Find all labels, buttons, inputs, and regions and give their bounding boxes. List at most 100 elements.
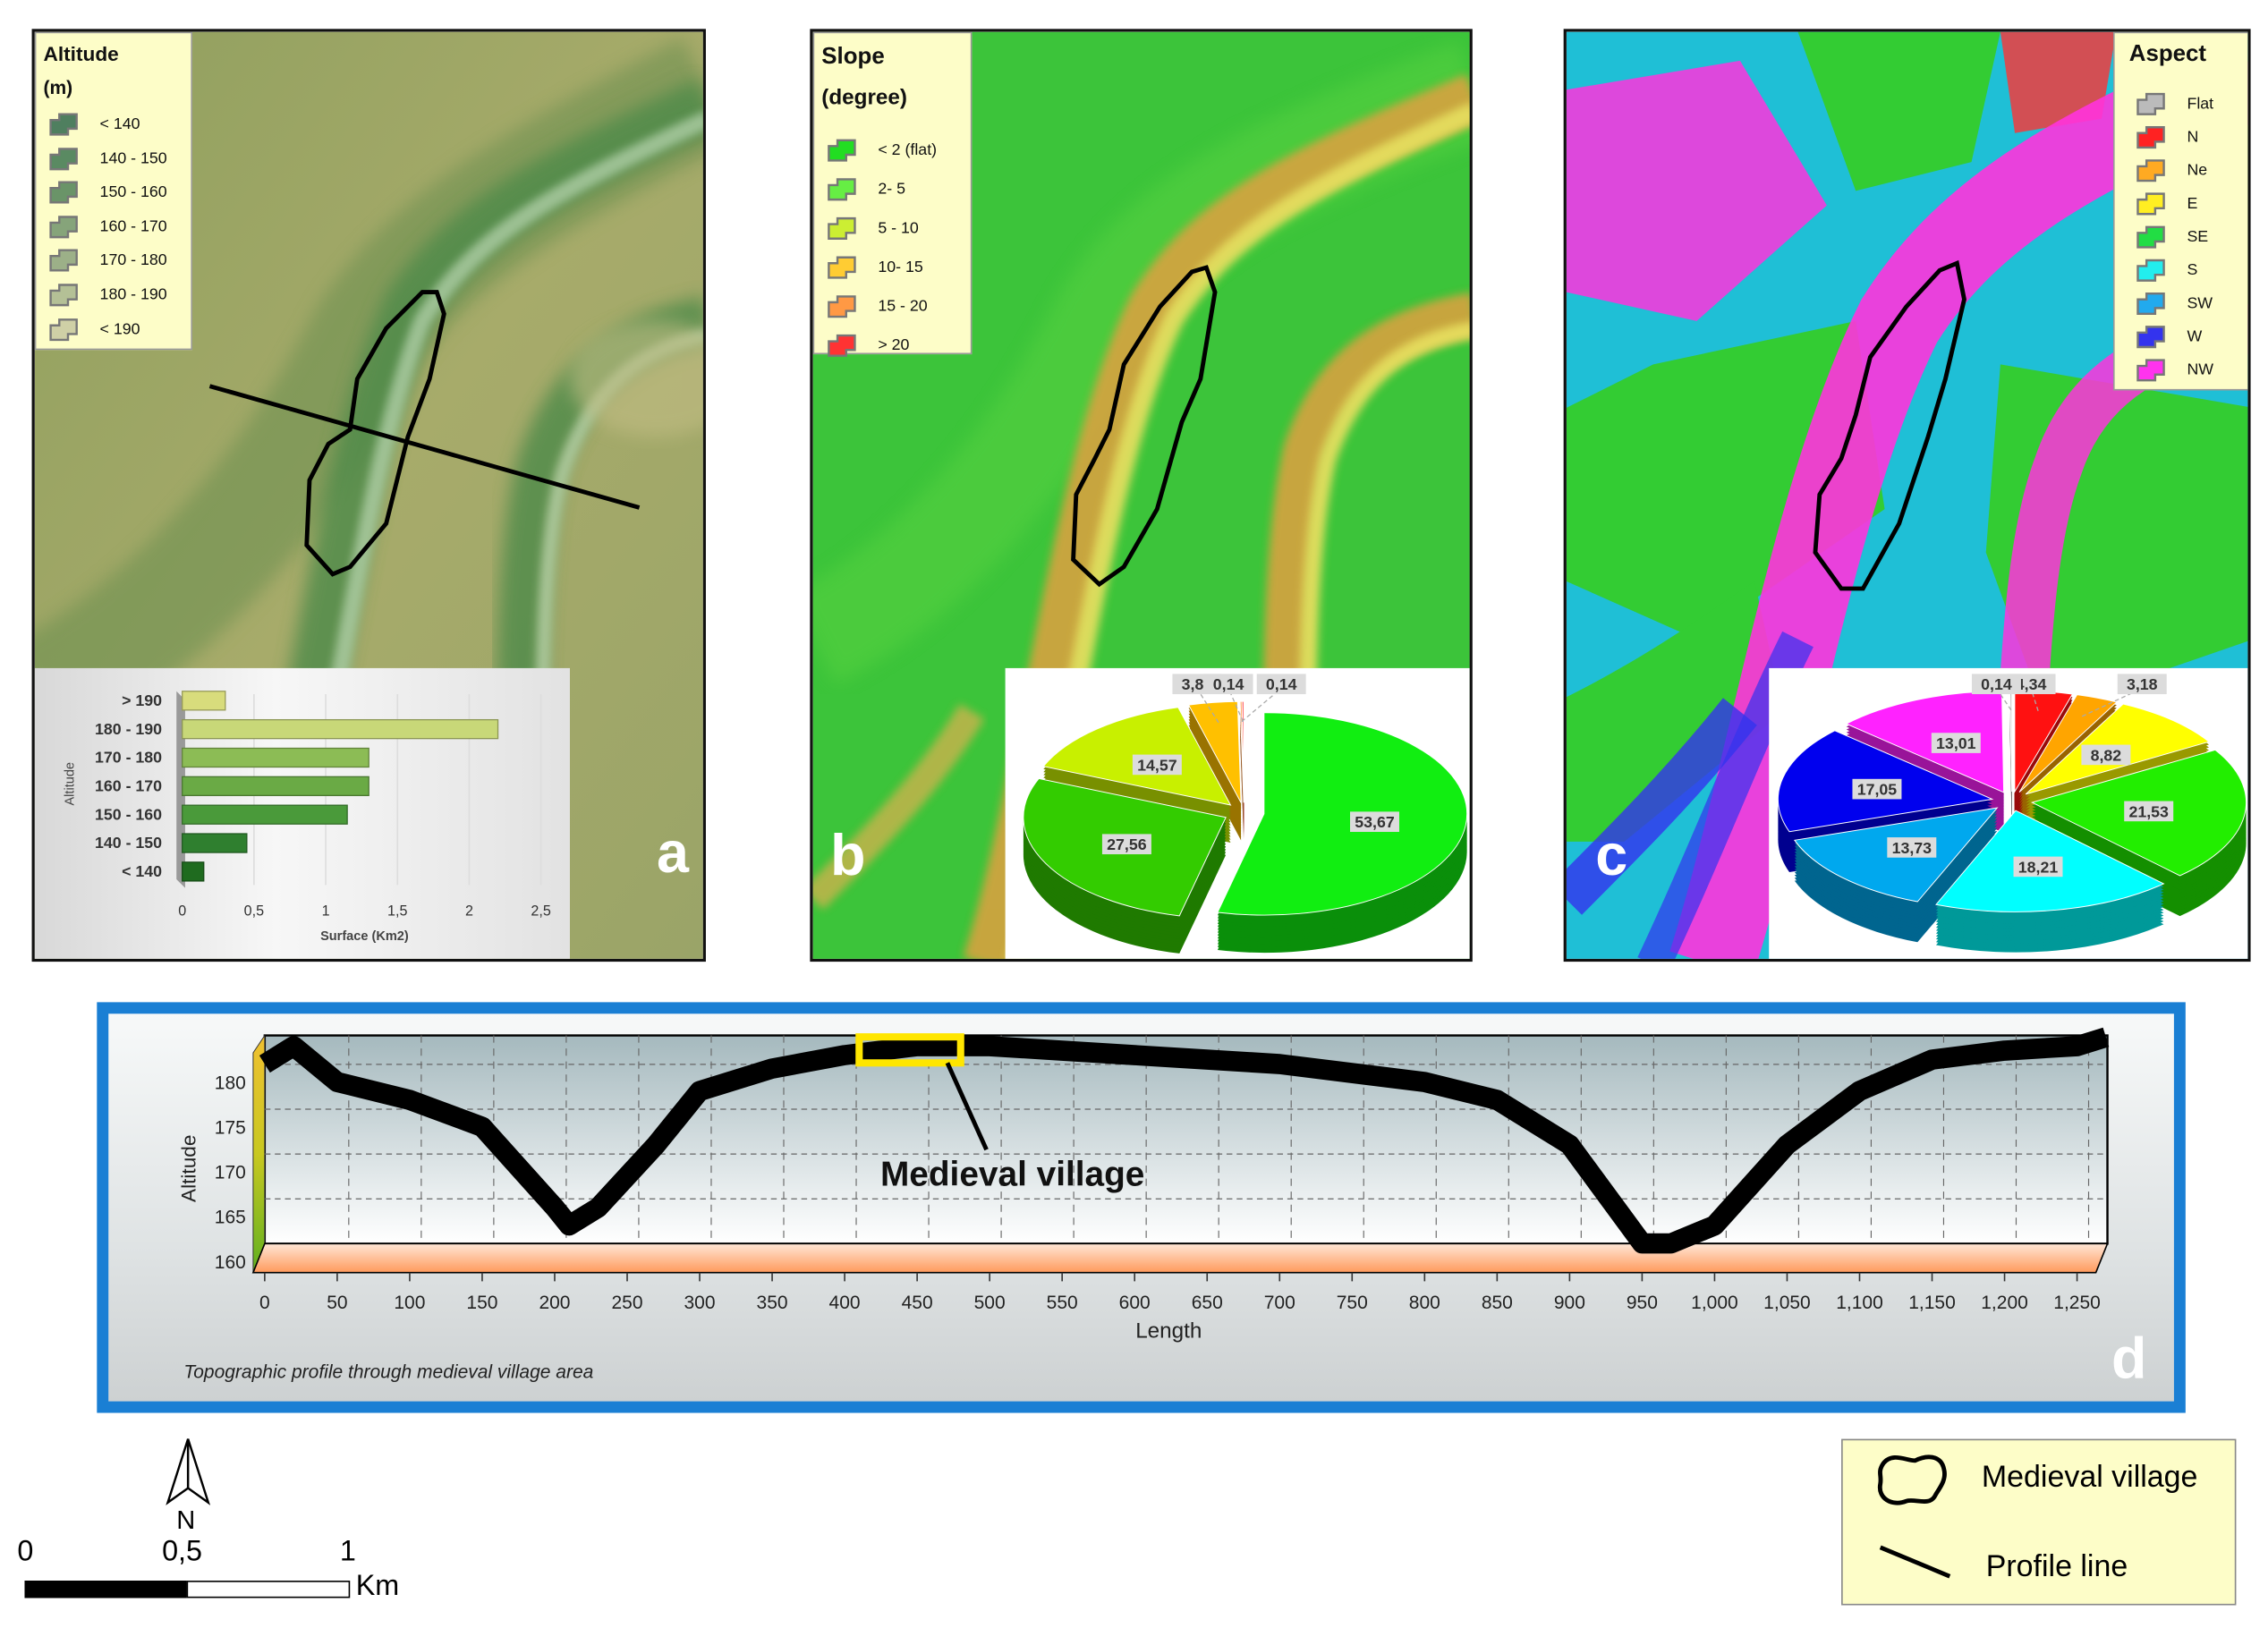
legend-item: 160 - 170 [47, 214, 167, 240]
annotation-label: Medieval village [880, 1156, 1144, 1194]
data-label: 21,53 [2128, 802, 2169, 820]
x-tick-label: 400 [829, 1293, 861, 1313]
legend-item: > 20 [826, 333, 909, 359]
legend-item-label: 2- 5 [878, 181, 906, 199]
profile-line-icon [1879, 1545, 1951, 1579]
north-label: N [176, 1505, 196, 1535]
panel-letter-b: b [829, 824, 866, 888]
bar [182, 861, 205, 882]
y-tick-label: 175 [215, 1117, 246, 1138]
aspect-legend: Aspect Flat N Ne E SE S SW W NW [2112, 31, 2248, 391]
scale-label-0: 0 [17, 1535, 34, 1568]
legend-item-label: < 140 [99, 115, 140, 133]
data-label: 17,05 [1857, 781, 1898, 799]
scale-label-1: 1 [339, 1535, 356, 1568]
legend-swatch-icon [828, 334, 856, 357]
legend-item: E [2135, 191, 2197, 216]
x-tick-label: 650 [1192, 1293, 1223, 1313]
legend-item: 170 - 180 [47, 248, 167, 274]
x-tick-label: 200 [539, 1293, 570, 1313]
x-tick-label: 50 [327, 1293, 347, 1313]
data-label: 27,56 [1107, 835, 1147, 853]
north-arrow: N [162, 1436, 214, 1537]
legend-swatch-icon [49, 318, 78, 341]
legend-item-label: Ne [2187, 162, 2208, 180]
legend-item-label: > 20 [878, 336, 910, 355]
category-label: > 190 [122, 691, 162, 709]
legend-title: Aspect [2128, 41, 2207, 67]
x-tick-label: 700 [1264, 1293, 1295, 1313]
bar [182, 833, 248, 853]
legend-title: Slope [821, 45, 885, 70]
x-tick-label: 0 [259, 1293, 270, 1313]
legend-item: < 190 [47, 316, 140, 342]
y-axis-label: Altitude [63, 762, 77, 806]
legend-swatch-icon [828, 139, 856, 162]
bar [182, 804, 348, 825]
legend-item-label: 150 - 160 [99, 183, 167, 202]
category-label: 140 - 150 [95, 834, 162, 852]
legend-item-label: 15 - 20 [878, 298, 928, 316]
category-label: 180 - 190 [95, 720, 162, 738]
legend-item: < 2 (flat) [826, 138, 937, 164]
legend-item: 10- 15 [826, 255, 923, 281]
profile-chart: 0 50 100 150 200 250 300 350 400 450 500 550 600 650 7… [177, 1027, 2147, 1391]
legend-item-label: 180 - 190 [99, 286, 167, 304]
legend-swatch-icon [2136, 359, 2165, 382]
figure: Altitude (m) < 140 140 - 150 150 - 160 160 … [0, 0, 2268, 1644]
profile-caption: Topographic profile through medieval vil… [183, 1362, 593, 1383]
legend-swatch-icon [49, 284, 78, 307]
x-tick-label: 0,5 [244, 903, 264, 919]
x-tick-label: 1,200 [1981, 1293, 2028, 1313]
legend-swatch-icon [828, 216, 856, 240]
map-legend: Medieval village Profile line [1841, 1438, 2237, 1606]
legend-item: 150 - 160 [47, 180, 167, 206]
bar [182, 718, 499, 740]
legend-item-label: 170 - 180 [99, 251, 167, 270]
legend-unit: (degree) [821, 85, 907, 110]
legend-item: SE [2135, 225, 2208, 250]
legend-item: N [2135, 124, 2198, 150]
legend-item-label: SW [2187, 294, 2213, 313]
y-axis-label: Altitude [177, 1135, 200, 1202]
altitude-map-panel: Altitude (m) < 140 140 - 150 150 - 160 160 … [31, 29, 706, 962]
altitude-bar-chart: 0 0,5 1 1,5 2 2,5 > 190 180 - 190 170 - 180 160 -… [34, 667, 570, 959]
data-label: 0,14 [1213, 675, 1244, 693]
slope-pie-chart: 53,67 27,56 14,57 3,89 0,14 0,14 [1005, 667, 1470, 959]
aspect-pie-chart: 4,34 3,18 8,82 21,53 18,21 13,73 17,05 13,01 0,1… [1769, 667, 2248, 959]
x-tick-label: 550 [1047, 1293, 1078, 1313]
x-tick-label: 300 [684, 1293, 716, 1313]
x-axis-label: Surface (Km2) [320, 929, 409, 944]
legend-item-label: 10- 15 [878, 259, 923, 276]
x-tick-label: 250 [611, 1293, 642, 1313]
data-label: 8,82 [2091, 746, 2122, 764]
x-tick-label: 1,150 [1908, 1293, 1956, 1313]
x-tick-label: 900 [1554, 1293, 1585, 1313]
legend-swatch-icon [828, 256, 856, 279]
legend-swatch-icon [2136, 159, 2165, 182]
x-tick-label: 750 [1337, 1293, 1368, 1313]
x-tick-label: 1,5 [387, 903, 407, 919]
legend-swatch-icon [49, 215, 78, 239]
y-tick-label: 170 [215, 1163, 246, 1183]
scale-bar: 0 0,5 1 Km [14, 1536, 434, 1623]
data-label: 13,01 [1936, 734, 1976, 752]
x-tick-label: 1,050 [1763, 1293, 1811, 1313]
scale-unit: Km [355, 1570, 400, 1603]
category-label: < 140 [122, 862, 162, 880]
x-tick-label: 100 [394, 1293, 425, 1313]
altitude-legend: Altitude (m) < 140 140 - 150 150 - 160 160 … [34, 31, 193, 351]
category-label: 170 - 180 [95, 749, 162, 767]
legend-item-label: NW [2187, 361, 2214, 379]
legend-swatch-icon [828, 295, 856, 318]
legend-item: 140 - 150 [47, 146, 167, 172]
x-tick-label: 500 [974, 1293, 1006, 1313]
data-label: 14,57 [1137, 756, 1177, 774]
legend-item-label: 140 - 150 [99, 149, 167, 167]
legend-swatch-icon [2136, 92, 2165, 115]
data-label: 3,18 [2127, 675, 2158, 693]
village-outline-icon [1877, 1454, 1947, 1505]
y-tick-label: 180 [215, 1073, 246, 1093]
x-tick-label: 600 [1119, 1293, 1151, 1313]
data-label: 0,14 [1266, 675, 1297, 693]
